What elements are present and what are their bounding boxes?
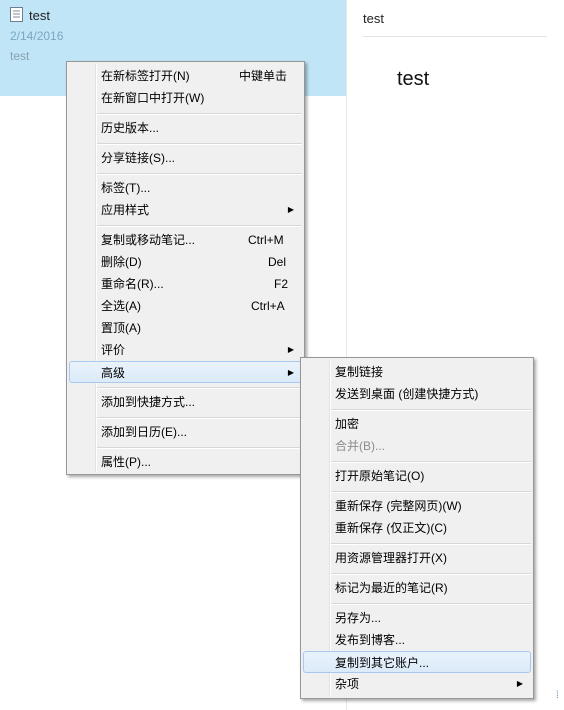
advanced-submenu: 复制链接 发送到桌面 (创建快捷方式) 加密 合并(B)... 打开原始笔记(O… [300, 357, 534, 699]
submenu-item-copy-account[interactable]: 复制到其它账户... [303, 651, 531, 673]
menu-item-rating[interactable]: 评价 ▶ [69, 339, 302, 361]
menu-item-history[interactable]: 历史版本... [69, 117, 302, 139]
menu-item-label: 杂项 [335, 677, 360, 691]
menu-separator [97, 417, 302, 419]
menu-separator [331, 573, 531, 575]
menu-item-label: 用资源管理器打开(X) [335, 551, 447, 565]
submenu-arrow-icon: ▶ [516, 679, 523, 688]
menu-separator [97, 387, 302, 389]
menu-item-label: 在新窗口中打开(W) [101, 91, 205, 105]
menu-item-properties[interactable]: 属性(P)... [69, 451, 302, 473]
menu-item-label: 分享链接(S)... [101, 151, 175, 165]
document-icon [10, 7, 23, 22]
submenu-item-mark-recent[interactable]: 标记为最近的笔记(R) [303, 577, 531, 599]
menu-item-label: 添加到日历(E)... [101, 425, 187, 439]
menu-item-label: 添加到快捷方式... [101, 395, 196, 409]
menu-item-label: 复制链接 [335, 365, 384, 379]
menu-separator [97, 173, 302, 175]
menu-item-label: 历史版本... [101, 121, 160, 135]
submenu-item-open-explorer[interactable]: 用资源管理器打开(X) [303, 547, 531, 569]
menu-item-label: 重新保存 (完整网页)(W) [335, 499, 462, 513]
submenu-item-encrypt[interactable]: 加密 [303, 413, 531, 435]
menu-item-label: 置顶(A) [101, 321, 141, 335]
menu-item-copy-move[interactable]: 复制或移动笔记... Ctrl+M [69, 229, 302, 251]
menu-item-label: 复制到其它账户... [335, 656, 430, 670]
context-menu: 在新标签打开(N) 中键单击 在新窗口中打开(W) 历史版本... 分享链接(S… [66, 61, 305, 475]
menu-item-label: 加密 [335, 417, 360, 431]
menu-item-delete[interactable]: 删除(D) Del [69, 251, 302, 273]
menu-item-label: 发布到博客... [335, 633, 406, 647]
menu-item-tags[interactable]: 标签(T)... [69, 177, 302, 199]
menu-item-add-calendar[interactable]: 添加到日历(E)... [69, 421, 302, 443]
menu-separator [97, 113, 302, 115]
menu-separator [331, 491, 531, 493]
menu-item-apply-style[interactable]: 应用样式 ▶ [69, 199, 302, 221]
menu-separator [331, 543, 531, 545]
menu-item-pin-top[interactable]: 置顶(A) [69, 317, 302, 339]
submenu-arrow-icon: ▶ [287, 368, 294, 377]
resize-grip-icon: ⁞ [556, 690, 559, 701]
menu-separator [97, 143, 302, 145]
submenu-item-copy-link[interactable]: 复制链接 [303, 361, 531, 383]
menu-item-label: 重新保存 (仅正文)(C) [335, 521, 447, 535]
menu-separator [97, 447, 302, 449]
menu-item-add-shortcut[interactable]: 添加到快捷方式... [69, 391, 302, 413]
submenu-item-save-as[interactable]: 另存为... [303, 607, 531, 629]
menu-item-label: 合并(B)... [335, 439, 385, 453]
editor-divider [363, 36, 547, 37]
menu-item-shortcut: Ctrl+M [248, 233, 284, 247]
submenu-arrow-icon: ▶ [287, 345, 294, 354]
menu-item-label: 删除(D) [101, 255, 142, 269]
menu-separator [331, 603, 531, 605]
submenu-item-open-original[interactable]: 打开原始笔记(O) [303, 465, 531, 487]
menu-item-label: 在新标签打开(N) [101, 69, 190, 83]
editor-title[interactable]: test [363, 11, 384, 26]
submenu-item-resave-text[interactable]: 重新保存 (仅正文)(C) [303, 517, 531, 539]
menu-item-shortcut: 中键单击 [239, 69, 288, 83]
menu-item-label: 属性(P)... [101, 455, 151, 469]
menu-item-shortcut: Ctrl+A [251, 299, 285, 313]
submenu-item-resave-full[interactable]: 重新保存 (完整网页)(W) [303, 495, 531, 517]
menu-item-label: 评价 [101, 343, 126, 357]
menu-item-label: 复制或移动笔记... [101, 233, 196, 247]
menu-item-label: 应用样式 [101, 203, 150, 217]
note-date: 2/14/2016 [10, 29, 64, 43]
menu-item-label: 标签(T)... [101, 181, 151, 195]
note-snippet: test [10, 49, 30, 63]
submenu-item-merge: 合并(B)... [303, 435, 531, 457]
menu-item-label: 标记为最近的笔记(R) [335, 581, 448, 595]
menu-item-advanced[interactable]: 高级 ▶ [69, 361, 302, 383]
menu-separator [97, 225, 302, 227]
menu-item-open-new-window[interactable]: 在新窗口中打开(W) [69, 87, 302, 109]
menu-item-shortcut: F2 [274, 277, 289, 291]
submenu-item-misc[interactable]: 杂项 ▶ [303, 673, 531, 695]
menu-item-rename[interactable]: 重命名(R)... F2 [69, 273, 302, 295]
menu-item-label: 高级 [101, 366, 126, 380]
menu-item-label: 另存为... [335, 611, 382, 625]
menu-item-label: 重命名(R)... [101, 277, 164, 291]
menu-item-open-new-tab[interactable]: 在新标签打开(N) 中键单击 [69, 65, 302, 87]
menu-item-label: 发送到桌面 (创建快捷方式) [335, 387, 479, 401]
submenu-item-send-desktop[interactable]: 发送到桌面 (创建快捷方式) [303, 383, 531, 405]
submenu-item-publish-blog[interactable]: 发布到博客... [303, 629, 531, 651]
submenu-arrow-icon: ▶ [287, 205, 294, 214]
menu-item-shortcut: Del [268, 255, 287, 269]
menu-separator [331, 461, 531, 463]
menu-separator [331, 409, 531, 411]
note-title: test [29, 8, 50, 23]
menu-item-share-link[interactable]: 分享链接(S)... [69, 147, 302, 169]
menu-item-label: 全选(A) [101, 299, 141, 313]
menu-item-select-all[interactable]: 全选(A) Ctrl+A [69, 295, 302, 317]
menu-item-label: 打开原始笔记(O) [335, 469, 425, 483]
editor-body[interactable]: test [397, 68, 429, 91]
